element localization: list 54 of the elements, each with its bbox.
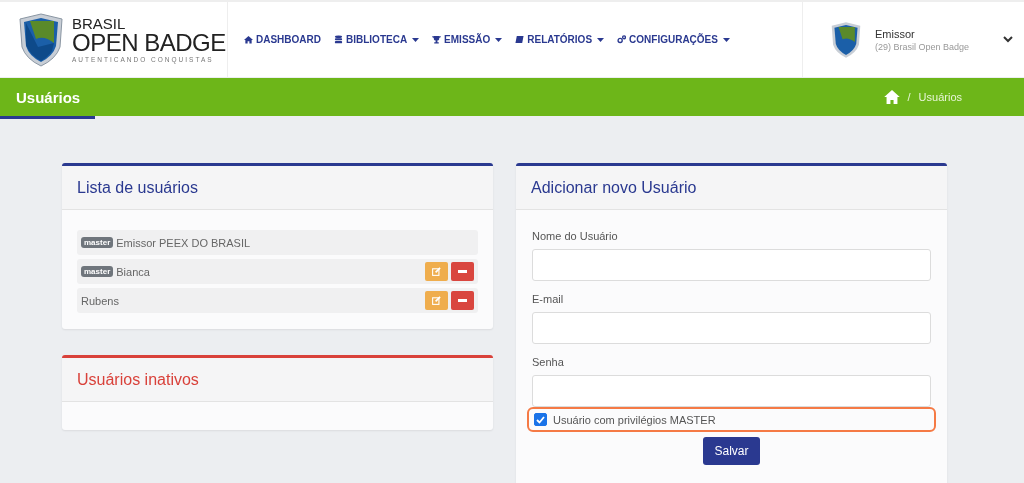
nav-link[interactable]: RELATÓRIOS xyxy=(515,34,605,45)
card-title: Adicionar novo Usuário xyxy=(531,179,697,196)
shield-logo-icon xyxy=(16,12,66,67)
caret-icon xyxy=(412,37,420,42)
input-field[interactable] xyxy=(532,312,931,344)
user-organization: (29) Brasil Open Badge xyxy=(875,41,971,52)
minus-icon xyxy=(458,299,467,302)
database-icon xyxy=(334,35,343,44)
page-title: Usuários xyxy=(16,88,81,106)
check-icon xyxy=(536,415,545,424)
nav-link[interactable]: DASHBOARD xyxy=(244,34,321,45)
breadcrumb-separator: / xyxy=(907,91,911,103)
remove-button[interactable] xyxy=(451,291,474,310)
minus-icon xyxy=(458,270,467,273)
logo-text: BRASIL xyxy=(72,15,127,31)
gears-icon xyxy=(617,35,627,44)
master-checkbox-row[interactable]: Usuário com privilégios MASTER xyxy=(527,407,936,432)
user-avatar-icon xyxy=(829,20,863,59)
logo-text: OPEN BADGE xyxy=(72,30,226,55)
edit-button[interactable] xyxy=(425,291,448,310)
master-badge: master xyxy=(81,266,114,277)
nav-link[interactable]: BIBLIOTECA xyxy=(334,34,420,45)
checkbox[interactable] xyxy=(534,413,547,426)
field-label: E-mail xyxy=(532,293,565,305)
remove-button[interactable] xyxy=(451,262,474,281)
user-name: Rubens xyxy=(81,294,120,307)
breadcrumb-current: Usuários xyxy=(918,91,962,103)
user-row[interactable]: master Emissor PEEX DO BRASIL xyxy=(77,230,478,255)
field-label: Nome do Usuário xyxy=(532,230,619,242)
caret-icon xyxy=(495,37,503,42)
card-title: Usuários inativos xyxy=(77,371,199,388)
home-icon[interactable] xyxy=(883,90,900,104)
nav-link[interactable]: CONFIGURAÇÕES xyxy=(617,34,730,45)
edit-button[interactable] xyxy=(425,262,448,281)
nav-link[interactable]: EMISSÃO xyxy=(432,34,503,45)
save-button[interactable]: Salvar xyxy=(703,437,760,465)
user-name: Emissor xyxy=(875,27,916,40)
caret-icon xyxy=(597,37,605,42)
edit-icon xyxy=(432,267,441,276)
caret-icon xyxy=(722,37,730,42)
home-icon xyxy=(244,35,253,44)
field-label: Senha xyxy=(532,356,565,368)
input-field[interactable] xyxy=(532,375,931,407)
user-row[interactable]: Rubens xyxy=(77,288,478,313)
edit-icon xyxy=(432,296,441,305)
chevron-down-icon[interactable] xyxy=(1003,36,1013,43)
card-title: Lista de usuários xyxy=(77,179,198,196)
trophy-icon xyxy=(432,35,442,44)
user-row[interactable]: master Bianca xyxy=(77,259,478,284)
input-field[interactable] xyxy=(532,249,931,281)
master-badge: master xyxy=(81,237,114,248)
book-icon xyxy=(515,35,525,44)
user-name: Emissor PEEX DO BRASIL xyxy=(116,236,252,249)
user-name: Bianca xyxy=(116,265,151,278)
